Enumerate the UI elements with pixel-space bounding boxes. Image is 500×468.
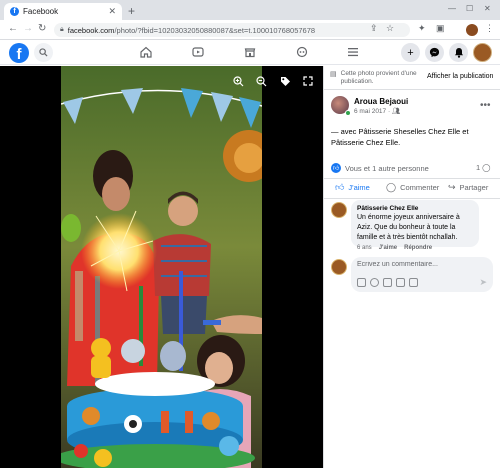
divider [324, 198, 500, 199]
bookmark-star-icon[interactable]: ☆ [386, 23, 394, 34]
thumbs-up-icon: 👍︎ [335, 182, 345, 192]
zoom-in-icon[interactable] [231, 74, 245, 88]
close-tab-icon[interactable]: ✕ [108, 6, 116, 17]
messenger-icon[interactable] [425, 43, 444, 62]
lock-icon: 🔒︎ [60, 26, 64, 33]
window-close-icon[interactable]: ✕ [484, 4, 491, 13]
new-tab-icon[interactable]: + [128, 4, 135, 18]
post-source-icon: ▤ [330, 71, 337, 78]
post-side-panel: ▤ Cette photo provient d'une publication… [323, 66, 500, 468]
like-label: J'aime [348, 183, 370, 192]
gif-icon[interactable] [396, 278, 405, 287]
browser-menu-icon[interactable]: ⋮ [485, 23, 494, 34]
post-date[interactable]: 6 mai 2017 · 👥︎ [354, 107, 400, 115]
comment-time[interactable]: 6 ans [357, 245, 372, 251]
comment-count[interactable]: 1 ◯ [476, 163, 491, 172]
friends-icon: 👥︎ [391, 108, 401, 115]
your-avatar[interactable] [331, 259, 347, 275]
comment-like-button[interactable]: J'aime [379, 245, 397, 251]
photo-viewer [0, 66, 323, 468]
post-author[interactable]: Aroua Bejaoui [354, 97, 408, 106]
browser-profile-avatar[interactable] [466, 24, 478, 36]
facebook-favicon-icon: f [10, 7, 19, 16]
menu-icon[interactable] [345, 44, 361, 60]
comment-icon: ◯ [386, 182, 397, 192]
comment-bubble: Pâtisserie Chez Elle Un énorme joyeux an… [351, 200, 479, 247]
side-panel-icon[interactable]: ▣ [436, 23, 445, 34]
birthday-photo [61, 66, 262, 468]
zoom-out-icon[interactable] [254, 74, 268, 88]
url-path: /photo/?fbid=10203032050880087&set=t.100… [114, 25, 316, 35]
comment-bubble-icon: ◯ [482, 163, 491, 172]
tab-title: Facebook [23, 7, 59, 16]
url-field[interactable]: 🔒︎ facebook.com/photo/?fbid=102030320508… [54, 23, 410, 37]
sticker-icon[interactable] [409, 278, 418, 287]
comment-button[interactable]: ◯ Commenter [386, 182, 439, 193]
divider [324, 89, 500, 90]
camera-icon[interactable] [383, 278, 392, 287]
comment-label: Commenter [400, 183, 440, 192]
share-button[interactable]: ↪ Partager [448, 182, 488, 193]
like-button[interactable]: 👍︎ J'aime [335, 182, 370, 193]
facebook-logo-icon[interactable]: f [9, 43, 29, 63]
minimize-icon[interactable]: — [448, 4, 456, 13]
search-icon[interactable] [34, 43, 53, 62]
comment-count-value: 1 [476, 163, 481, 172]
home-icon[interactable] [138, 44, 154, 60]
forward-icon[interactable]: → [23, 23, 33, 34]
share-icon[interactable]: ⇪ [370, 23, 378, 34]
comment-reply-button[interactable]: Répondre [404, 245, 432, 251]
back-icon[interactable]: ← [8, 23, 18, 34]
photo-source-notice: ▤ Cette photo provient d'une publication… [330, 70, 419, 86]
comment-input[interactable] [357, 261, 487, 268]
share-label: Partager [459, 183, 489, 192]
video-icon[interactable] [190, 44, 206, 60]
send-icon[interactable]: ➤ [479, 277, 487, 288]
reactions-text: Vous et 1 autre personne [345, 163, 429, 173]
reactions-summary[interactable]: 👍︎ Vous et 1 autre personne [331, 163, 429, 173]
gaming-icon[interactable] [294, 44, 310, 60]
share-arrow-icon: ↪ [448, 182, 456, 192]
browser-tab-bar: f Facebook ✕ + — ☐ ✕ [0, 0, 500, 20]
url-host: facebook.com [67, 25, 115, 35]
composer-tools [357, 278, 418, 287]
emoji-icon[interactable] [370, 278, 379, 287]
maximize-icon[interactable]: ☐ [466, 4, 473, 13]
reload-icon[interactable]: ↻ [38, 23, 46, 34]
notice-text: Cette photo provient d'une publication. [340, 70, 417, 85]
extensions-icon[interactable]: ✦ [418, 23, 426, 34]
marketplace-icon[interactable] [242, 44, 258, 60]
tag-icon[interactable] [278, 74, 292, 88]
post-text: — avec Pâtisserie Sheselles Chez Elle et… [331, 127, 469, 147]
view-post-link[interactable]: Afficher la publication [427, 73, 493, 80]
address-bar-row: ← → ↻ 🔒︎ facebook.com/photo/?fbid=102030… [0, 20, 500, 40]
notifications-bell-icon[interactable] [449, 43, 468, 62]
comment-author[interactable]: Pâtisserie Chez Elle [357, 204, 473, 213]
facebook-top-bar: f + [0, 40, 500, 65]
comment-composer: ➤ [351, 257, 493, 292]
more-options-icon[interactable]: ••• [480, 100, 491, 111]
browser-tab[interactable]: f Facebook ✕ [4, 3, 122, 20]
comment-text: Un énorme joyeux anniversaire à Aziz. Qu… [357, 214, 460, 241]
post-actions: 👍︎ J'aime ◯ Commenter ↪ Partager [324, 180, 500, 198]
like-reaction-icon: 👍︎ [331, 163, 341, 173]
divider [324, 178, 500, 179]
create-plus-icon[interactable]: + [401, 43, 420, 62]
commenter-avatar[interactable] [331, 202, 347, 218]
comment-meta: 6 ans J'aime Répondre [357, 245, 432, 251]
account-avatar[interactable] [473, 43, 492, 62]
avatar-sticker-icon[interactable] [357, 278, 366, 287]
fullscreen-icon[interactable] [301, 74, 315, 88]
online-status-dot [345, 110, 351, 116]
